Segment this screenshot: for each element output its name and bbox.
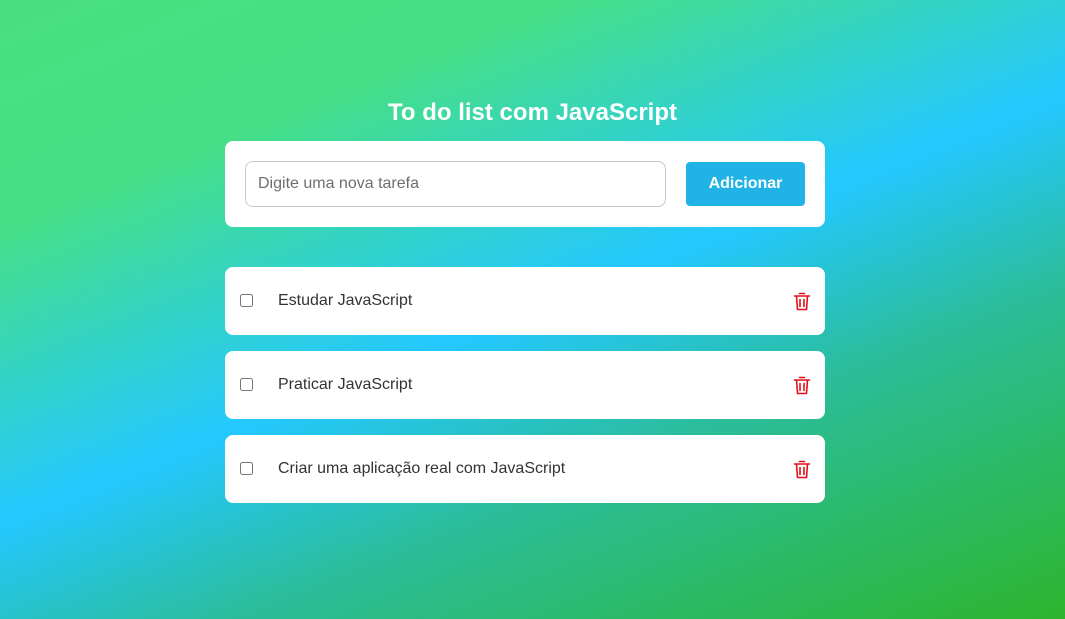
new-task-input[interactable]: [245, 161, 666, 207]
task-checkbox[interactable]: [240, 378, 253, 391]
task-label: Praticar JavaScript: [278, 376, 413, 393]
trash-icon[interactable]: [793, 460, 811, 479]
task-checkbox[interactable]: [240, 462, 253, 475]
task-item: Estudar JavaScript: [225, 267, 825, 335]
add-task-form: Adicionar: [225, 141, 825, 227]
add-task-button[interactable]: Adicionar: [686, 162, 805, 206]
page-title: To do list com JavaScript: [388, 99, 677, 127]
task-item: Criar uma aplicação real com JavaScript: [225, 435, 825, 503]
task-label: Criar uma aplicação real com JavaScript: [278, 460, 566, 477]
task-item: Praticar JavaScript: [225, 351, 825, 419]
trash-icon[interactable]: [793, 292, 811, 311]
task-list: Estudar JavaScript Praticar JavaScript C…: [225, 267, 825, 519]
task-label: Estudar JavaScript: [278, 292, 413, 309]
trash-icon[interactable]: [793, 376, 811, 395]
task-checkbox[interactable]: [240, 294, 253, 307]
